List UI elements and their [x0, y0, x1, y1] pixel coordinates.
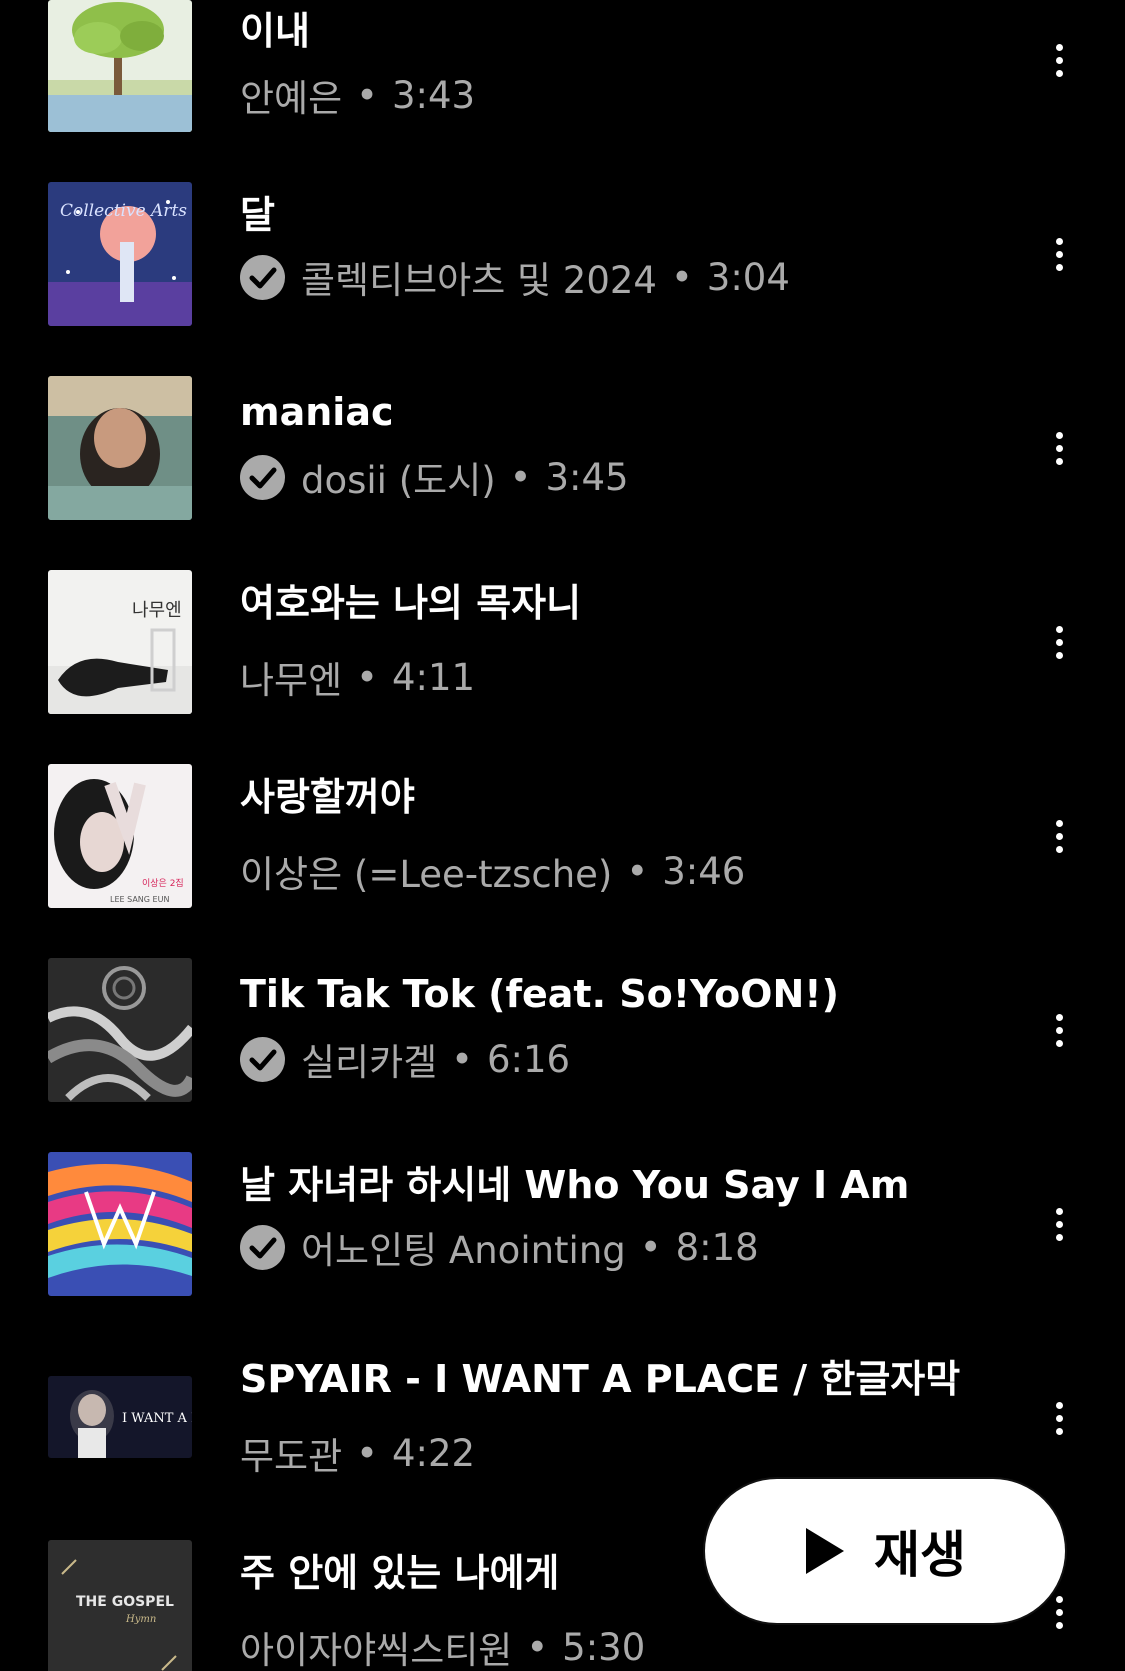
track-duration: 6:16: [487, 1037, 571, 1081]
separator-dot: •: [526, 1625, 549, 1669]
track-subtitle: 나무엔 • 4:11: [240, 650, 475, 704]
track-row[interactable]: 나무엔 여호와는 나의 목자니 나무엔 • 4:11: [0, 522, 1125, 716]
rainbow-w-artwork-icon: [48, 1152, 192, 1296]
track-row[interactable]: Collective Arts 달 콜렉티브아츠 및 2024 • 3:04: [0, 134, 1125, 328]
more-options-icon[interactable]: [1040, 224, 1078, 284]
track-artist: dosii (도시): [301, 459, 496, 502]
video-thumbnail-icon: I WANT A PL: [48, 1376, 192, 1458]
portrait-artwork-icon: 이상은 2집 LEE SANG EUN: [48, 764, 192, 908]
track-artist: 나무엔: [240, 659, 343, 702]
verified-check-icon: [240, 254, 285, 300]
track-duration: 3:43: [391, 73, 476, 117]
play-button[interactable]: 재생: [705, 1479, 1065, 1623]
separator-dot: •: [626, 849, 649, 893]
album-art-thumbnail: [48, 958, 192, 1102]
gospel-artwork-icon: THE GOSPEL Hymn: [48, 1540, 192, 1671]
more-options-icon[interactable]: [1040, 1000, 1078, 1060]
verified-check-icon: [240, 1036, 285, 1082]
track-row[interactable]: 날 자녀라 하시네 Who You Say I Am 어노인팅 Anointin…: [0, 1104, 1125, 1298]
track-artist: 안예은: [240, 77, 343, 120]
track-title: SPYAIR - I WANT A PLACE / 한글자막: [240, 1357, 961, 1401]
more-options-icon[interactable]: [1040, 1388, 1078, 1448]
track-artist: 아이자야씩스티원: [240, 1629, 513, 1671]
track-subtitle: 이상은 (=Lee-tzsche) • 3:46: [240, 844, 745, 898]
video-thumbnail: I WANT A PL: [48, 1376, 192, 1458]
separator-dot: •: [670, 255, 693, 299]
artwork-text: I WANT A PL: [122, 1411, 192, 1426]
track-subtitle: 아이자야씩스티원 • 5:30: [240, 1620, 645, 1671]
track-subtitle: 안예은 • 3:43: [240, 68, 475, 122]
play-icon: [804, 1526, 846, 1576]
track-row[interactable]: 이내 안예은 • 3:43: [0, 0, 1125, 134]
track-list-screen: 이내 안예은 • 3:43 Collective Arts 달 콜렉티브아츠 및…: [0, 0, 1125, 1671]
play-button-label: 재생: [874, 1526, 966, 1584]
more-options-icon[interactable]: [1040, 30, 1078, 90]
verified-check-icon: [240, 1224, 285, 1270]
track-row[interactable]: maniac dosii (도시) • 3:45: [0, 328, 1125, 522]
separator-dot: •: [509, 455, 532, 499]
album-art-thumbnail: [48, 0, 192, 132]
artwork-text: Hymn: [125, 1614, 156, 1625]
track-duration: 8:18: [675, 1225, 759, 1269]
more-options-icon[interactable]: [1040, 612, 1078, 672]
monochrome-abstract-artwork-icon: [48, 958, 192, 1102]
track-artist: 실리카겔: [301, 1041, 438, 1084]
artwork-text: 나무엔: [132, 600, 182, 621]
track-duration: 3:45: [545, 455, 629, 499]
separator-dot: •: [639, 1225, 662, 1269]
track-subtitle: 콜렉티브아츠 및 2024 • 3:04: [240, 250, 790, 304]
upside-down-face-artwork-icon: [48, 376, 192, 520]
album-art-thumbnail: [48, 1152, 192, 1296]
track-title: 주 안에 있는 나에게: [240, 1551, 560, 1595]
moon-girl-artwork-icon: Collective Arts: [48, 182, 192, 326]
track-subtitle: 무도관 • 4:22: [240, 1426, 475, 1480]
track-artist: 이상은 (=Lee-tzsche): [240, 853, 613, 896]
track-duration: 5:30: [562, 1625, 646, 1669]
track-title: maniac: [240, 390, 394, 434]
guitar-case-artwork-icon: 나무엔: [48, 570, 192, 714]
tree-artwork-icon: [48, 0, 192, 132]
track-title: 날 자녀라 하시네 Who You Say I Am: [240, 1163, 910, 1207]
track-artist: 어노인팅 Anointing: [301, 1229, 626, 1272]
track-title: 이내: [240, 9, 310, 53]
artwork-text: THE GOSPEL: [76, 1594, 174, 1610]
separator-dot: •: [356, 73, 378, 117]
track-title: 여호와는 나의 목자니: [240, 581, 582, 625]
more-options-icon[interactable]: [1040, 806, 1078, 866]
album-art-thumbnail: Collective Arts: [48, 182, 192, 326]
album-art-thumbnail: [48, 376, 192, 520]
verified-check-icon: [240, 454, 285, 500]
album-art-thumbnail: 나무엔: [48, 570, 192, 714]
album-art-thumbnail: 이상은 2집 LEE SANG EUN: [48, 764, 192, 908]
track-duration: 4:22: [391, 1431, 476, 1475]
artwork-text: Collective Arts: [60, 201, 187, 221]
more-options-icon[interactable]: [1040, 1194, 1078, 1254]
separator-dot: •: [451, 1037, 473, 1081]
track-title: 사랑할꺼야: [240, 775, 415, 819]
track-row[interactable]: I WANT A PL SPYAIR - I WANT A PLACE / 한글…: [0, 1298, 1125, 1492]
separator-dot: •: [356, 1431, 378, 1475]
track-title: 달: [240, 193, 275, 237]
track-artist: 콜렉티브아츠 및 2024: [301, 259, 657, 302]
track-duration: 3:04: [706, 255, 790, 299]
album-art-thumbnail: THE GOSPEL Hymn: [48, 1540, 192, 1671]
track-duration: 4:11: [391, 655, 476, 699]
track-title: Tik Tak Tok (feat. So!YoON!): [240, 972, 839, 1016]
more-options-icon[interactable]: [1040, 418, 1078, 478]
separator-dot: •: [356, 655, 378, 699]
track-row[interactable]: 이상은 2집 LEE SANG EUN 사랑할꺼야 이상은 (=Lee-tzsc…: [0, 716, 1125, 910]
artwork-text: 이상은 2집: [142, 877, 184, 889]
track-artist: 무도관: [240, 1435, 343, 1478]
track-subtitle: 실리카겔 • 6:16: [240, 1032, 570, 1086]
artwork-text: LEE SANG EUN: [110, 895, 169, 904]
track-subtitle: 어노인팅 Anointing • 8:18: [240, 1220, 759, 1274]
track-row[interactable]: Tik Tak Tok (feat. So!YoON!) 실리카겔 • 6:16: [0, 910, 1125, 1104]
track-duration: 3:46: [662, 849, 746, 893]
track-subtitle: dosii (도시) • 3:45: [240, 450, 629, 504]
